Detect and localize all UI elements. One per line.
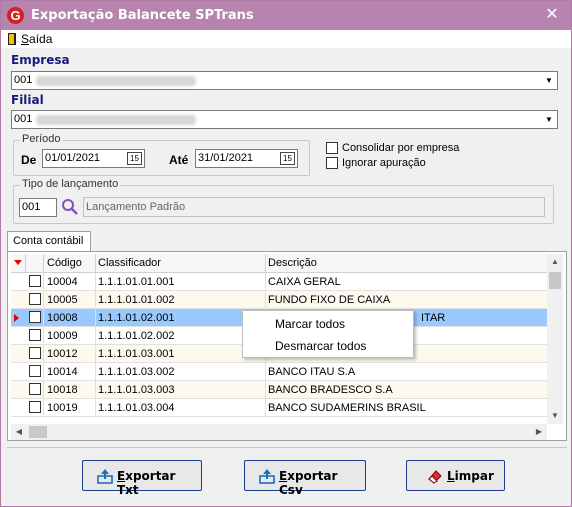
export-csv-button[interactable]: Exportar Csv xyxy=(244,460,366,497)
tipo-code-input[interactable]: 001 xyxy=(19,198,57,217)
consolidar-label: Consolidar por empresa xyxy=(342,142,460,154)
eraser-icon xyxy=(428,470,442,484)
column-codigo[interactable]: Código xyxy=(47,257,82,269)
ignorar-checkbox[interactable] xyxy=(326,157,338,169)
sort-indicator-icon[interactable] xyxy=(14,260,22,265)
app-logo-icon: G xyxy=(7,7,24,24)
row-checkbox[interactable] xyxy=(29,293,41,305)
filial-select[interactable]: 001 ▼ xyxy=(11,110,558,129)
exit-menu-item[interactable]: Saída xyxy=(21,32,52,46)
from-label: De xyxy=(21,153,37,167)
scroll-right-icon[interactable]: ▶ xyxy=(531,424,547,440)
title-bar: G Exportação Balancete SPTrans ✕ xyxy=(1,1,571,30)
menu-item-desmarcar-todos[interactable]: Desmarcar todos xyxy=(275,339,366,353)
tipo-description-field: Lançamento Padrão xyxy=(83,197,545,217)
current-row-indicator-icon xyxy=(14,314,19,322)
scroll-up-icon[interactable]: ▲ xyxy=(547,254,563,270)
table-row[interactable]: 10014 1.1.1.01.03.002 BANCO ITAU S.A xyxy=(11,363,547,381)
grid-header: Código Classificador Descrição xyxy=(11,254,547,273)
upload-icon xyxy=(259,469,275,484)
ignorar-label: Ignorar apuração xyxy=(342,157,426,169)
export-txt-button[interactable]: Exportar Txt xyxy=(82,460,202,497)
row-checkbox[interactable] xyxy=(29,383,41,395)
menu-item-marcar-todos[interactable]: Marcar todos xyxy=(275,317,345,331)
table-row[interactable]: 10018 1.1.1.01.03.003 BANCO BRADESCO S.A xyxy=(11,381,547,399)
tab-conta-contabil[interactable]: Conta contábil xyxy=(7,231,91,252)
table-row[interactable]: 10004 1.1.1.01.01.001 CAIXA GERAL xyxy=(11,273,547,291)
scroll-thumb[interactable] xyxy=(549,272,561,289)
upload-icon xyxy=(97,469,113,484)
column-classificador[interactable]: Classificador xyxy=(98,257,161,269)
calendar-icon[interactable]: 15 xyxy=(280,152,295,165)
empresa-select[interactable]: 001 ▼ xyxy=(11,71,558,90)
context-menu: Marcar todos Desmarcar todos xyxy=(242,310,414,358)
door-exit-icon xyxy=(8,33,16,45)
row-checkbox[interactable] xyxy=(29,311,41,323)
chevron-down-icon[interactable]: ▼ xyxy=(540,72,557,89)
row-checkbox[interactable] xyxy=(29,329,41,341)
clear-button[interactable]: Limpar xyxy=(406,460,505,491)
filial-label: Filial xyxy=(11,93,44,107)
empresa-label: Empresa xyxy=(11,53,70,67)
chevron-down-icon[interactable]: ▼ xyxy=(540,111,557,128)
scroll-thumb[interactable] xyxy=(29,426,47,438)
row-checkbox[interactable] xyxy=(29,401,41,413)
calendar-icon[interactable]: 15 xyxy=(127,152,142,165)
table-row[interactable]: 10019 1.1.1.01.03.004 BANCO SUDAMERINS B… xyxy=(11,399,547,417)
horizontal-scrollbar[interactable]: ◀ ▶ xyxy=(11,424,547,440)
to-date-field[interactable]: 31/01/2021 15 xyxy=(195,149,298,168)
row-checkbox[interactable] xyxy=(29,365,41,377)
redacted-text xyxy=(36,115,196,125)
window-title: Exportação Balancete SPTrans xyxy=(31,8,254,23)
export-window: G Exportação Balancete SPTrans ✕ Saída E… xyxy=(0,0,572,507)
row-checkbox[interactable] xyxy=(29,275,41,287)
column-descricao[interactable]: Descrição xyxy=(268,257,317,269)
scroll-left-icon[interactable]: ◀ xyxy=(11,424,27,440)
menu-bar: Saída xyxy=(1,30,571,48)
search-icon[interactable] xyxy=(60,197,80,217)
redacted-text xyxy=(36,76,196,86)
table-row[interactable]: 10005 1.1.1.01.01.002 FUNDO FIXO DE CAIX… xyxy=(11,291,547,309)
row-checkbox[interactable] xyxy=(29,347,41,359)
scroll-down-icon[interactable]: ▼ xyxy=(547,408,563,424)
to-label: Até xyxy=(169,153,189,167)
vertical-scrollbar[interactable]: ▲ ▼ xyxy=(547,254,563,424)
consolidar-checkbox[interactable] xyxy=(326,142,338,154)
close-button[interactable]: ✕ xyxy=(539,3,565,27)
from-date-field[interactable]: 01/01/2021 15 xyxy=(42,149,145,168)
